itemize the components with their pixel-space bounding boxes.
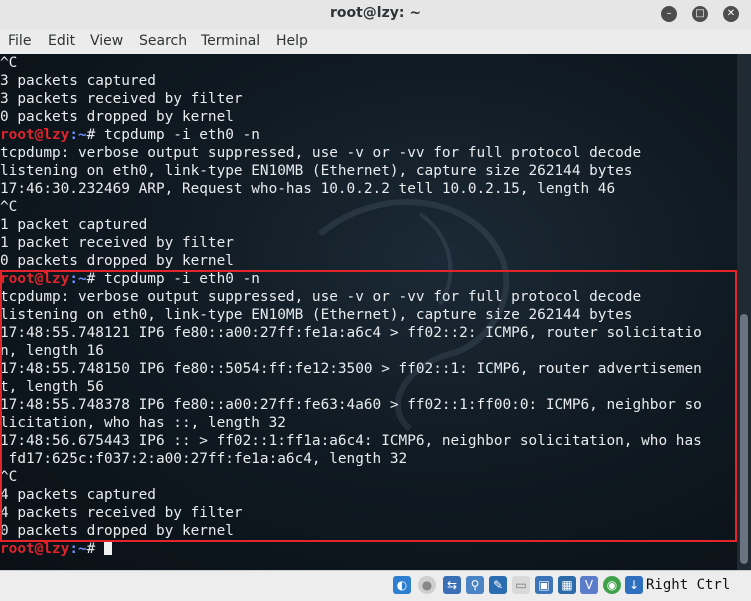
output-line: 0 packets dropped by kernel <box>0 523 234 539</box>
output-line: 17:48:56.675443 IP6 :: > ff02::1:ff1a:a6… <box>0 433 702 449</box>
output-line: 4 packets received by filter <box>0 505 243 521</box>
output-line: ^C <box>0 469 18 485</box>
prompt-command: # <box>86 541 104 557</box>
keyboard-arrow-icon[interactable]: ↓ <box>625 576 643 594</box>
prompt-command: # tcpdump -i eth0 -n <box>86 271 260 287</box>
cpu-icon[interactable]: ◉ <box>603 576 621 594</box>
output-line: 3 packets received by filter <box>0 91 243 107</box>
usb-icon[interactable]: ⚲ <box>466 576 484 594</box>
title-bar: root@lzy: ~ – □ ✕ <box>0 0 751 30</box>
text-cursor <box>103 540 112 555</box>
prompt-path: :~ <box>69 541 87 557</box>
menu-terminal[interactable]: Terminal <box>201 33 260 49</box>
output-line: 3 packets captured <box>0 73 156 89</box>
menu-bar: File Edit View Search Terminal Help <box>0 29 751 55</box>
output-line: fd17:625c:f037:2:a00:27ff:fe1a:a6c4, len… <box>0 451 408 467</box>
output-line: 4 packets captured <box>0 487 156 503</box>
prompt-user: root@lzy <box>0 541 70 557</box>
video-capture-icon[interactable]: V <box>580 576 598 594</box>
window-title: root@lzy: ~ <box>329 5 422 21</box>
prompt-line: root@lzy:~# <box>0 540 737 558</box>
host-key-label: Right Ctrl <box>646 577 731 593</box>
prompt-command: # tcpdump -i eth0 -n <box>86 127 260 143</box>
terminal-output[interactable]: ^C 3 packets captured 3 packets received b… <box>0 54 737 570</box>
cd-icon[interactable]: ◐ <box>393 576 411 594</box>
output-line: 0 packets dropped by kernel <box>0 109 234 125</box>
scrollbar-thumb[interactable] <box>740 314 748 564</box>
shared-folder-icon[interactable]: ✎ <box>489 576 507 594</box>
menu-search[interactable]: Search <box>139 33 187 49</box>
vm-status-bar: ◐ ● ⇆ ⚲ ✎ ▭ ▣ ▦ V ◉ ↓ Right Ctrl <box>0 570 751 601</box>
output-line: ^C <box>0 55 18 71</box>
minimize-button[interactable]: – <box>661 6 677 22</box>
terminal-scrollbar[interactable] <box>737 54 751 570</box>
prompt-user: root@lzy <box>0 271 70 287</box>
menu-file[interactable]: File <box>8 33 31 49</box>
kali-dragon-watermark <box>318 198 510 432</box>
disk-icon[interactable]: ● <box>418 576 436 594</box>
prompt-line: root@lzy:~# tcpdump -i eth0 -n <box>0 126 737 144</box>
menu-view[interactable]: View <box>90 33 123 49</box>
network-icon[interactable]: ⇆ <box>443 576 461 594</box>
menu-edit[interactable]: Edit <box>48 33 75 49</box>
monitor-icon[interactable]: ▦ <box>558 576 576 594</box>
output-line: tcpdump: verbose output suppressed, use … <box>0 145 642 161</box>
screen-icon[interactable]: ▣ <box>535 576 553 594</box>
prompt-path: :~ <box>69 271 87 287</box>
prompt-path: :~ <box>69 127 87 143</box>
close-button[interactable]: ✕ <box>723 6 739 22</box>
prompt-user: root@lzy <box>0 127 70 143</box>
maximize-button[interactable]: □ <box>692 6 708 22</box>
menu-help[interactable]: Help <box>276 33 308 49</box>
display-icon[interactable]: ▭ <box>512 576 530 594</box>
